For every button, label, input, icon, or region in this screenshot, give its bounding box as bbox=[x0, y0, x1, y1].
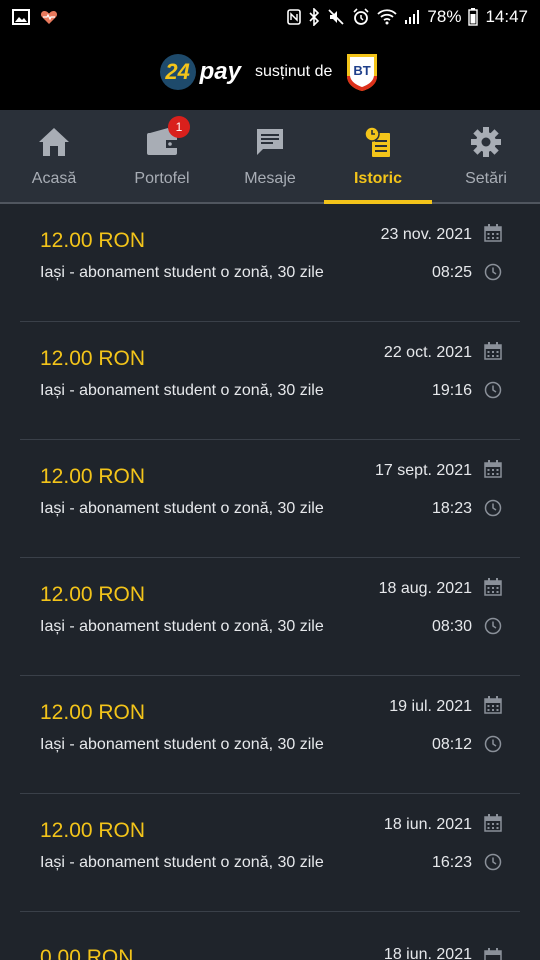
transaction-date: 19 iul. 2021 bbox=[389, 698, 472, 715]
transaction-row[interactable]: 12.00 RON Iași - abonament student o zon… bbox=[20, 322, 520, 440]
wallet-icon: 1 bbox=[144, 116, 190, 160]
tab-label: Istoric bbox=[353, 170, 402, 187]
history-icon bbox=[360, 124, 396, 160]
24pay-logo-badge: 24 bbox=[159, 54, 196, 90]
transaction-row[interactable]: 12.00 RON Iași - abonament student o zon… bbox=[20, 676, 520, 794]
clock-icon bbox=[484, 499, 502, 517]
home-icon bbox=[36, 124, 72, 160]
clock-icon bbox=[484, 853, 502, 871]
transaction-description: Iași - abonament student o zonă, 30 zile bbox=[40, 264, 324, 281]
tab-portofel[interactable]: 1 Portofel bbox=[108, 110, 216, 202]
gear-icon bbox=[468, 124, 504, 160]
transaction-amount: 12.00 RON bbox=[40, 583, 146, 606]
transaction-time: 19:16 bbox=[431, 382, 472, 399]
tab-label: Portofel bbox=[134, 170, 190, 187]
24pay-logo-text: pay bbox=[199, 58, 241, 85]
bt-bank-logo: BT bbox=[347, 54, 378, 91]
status-left bbox=[12, 9, 58, 25]
tab-istoric[interactable]: Istoric bbox=[324, 110, 432, 204]
gallery-notification-icon bbox=[12, 9, 30, 25]
calendar-icon bbox=[484, 460, 502, 478]
transaction-row[interactable]: 12.00 RON Iași - abonament student o zon… bbox=[20, 204, 520, 322]
transaction-description: Iași - abonament student o zonă, 30 zile bbox=[40, 382, 324, 399]
battery-percent: 78% bbox=[427, 7, 462, 26]
calendar-icon bbox=[484, 224, 502, 242]
clock-time: 14:47 bbox=[485, 7, 528, 26]
calendar-icon bbox=[484, 696, 502, 714]
transaction-row[interactable]: 12.00 RON Iași - abonament student o zon… bbox=[20, 794, 520, 912]
clock-icon bbox=[484, 617, 502, 635]
transaction-amount: 12.00 RON bbox=[40, 465, 146, 488]
transaction-description: Iași - abonament student o zonă, 30 zile bbox=[40, 854, 324, 871]
transaction-amount: 12.00 RON bbox=[40, 347, 146, 370]
transaction-description: Iași - abonament student o zonă, 30 zile bbox=[40, 736, 324, 753]
transaction-row[interactable]: 0.00 RON 18 iun. 2021 bbox=[20, 912, 520, 960]
transaction-date: 23 nov. 2021 bbox=[380, 226, 472, 243]
transaction-date: 18 iun. 2021 bbox=[383, 946, 472, 960]
clock-icon bbox=[484, 381, 502, 399]
tab-label: Setări bbox=[465, 170, 507, 187]
calendar-icon bbox=[484, 342, 502, 360]
transaction-row[interactable]: 12.00 RON Iași - abonament student o zon… bbox=[20, 440, 520, 558]
tab-label: Acasă bbox=[31, 170, 77, 187]
clock-icon bbox=[484, 263, 502, 281]
transaction-date: 22 oct. 2021 bbox=[383, 344, 472, 361]
transaction-list: 12.00 RON Iași - abonament student o zon… bbox=[0, 204, 540, 960]
message-icon bbox=[252, 124, 288, 160]
tab-acasa[interactable]: Acasă bbox=[0, 110, 108, 202]
alarm-icon bbox=[353, 8, 369, 25]
transaction-amount: 12.00 RON bbox=[40, 701, 146, 724]
transaction-time: 08:30 bbox=[431, 618, 472, 635]
transaction-amount: 0.00 RON bbox=[40, 946, 134, 960]
transaction-row[interactable]: 12.00 RON Iași - abonament student o zon… bbox=[20, 558, 520, 676]
tab-setari[interactable]: Setări bbox=[432, 110, 540, 202]
status-bar: 78% 14:47 bbox=[0, 0, 540, 34]
status-right: 78% 14:47 bbox=[287, 7, 528, 27]
signal-icon bbox=[405, 10, 420, 24]
health-notification-icon bbox=[40, 11, 58, 24]
tab-label: Mesaje bbox=[244, 170, 296, 187]
transaction-description: Iași - abonament student o zonă, 30 zile bbox=[40, 500, 324, 517]
wifi-icon bbox=[377, 9, 398, 25]
calendar-icon bbox=[484, 814, 502, 832]
transaction-time: 18:23 bbox=[431, 500, 472, 517]
transaction-amount: 12.00 RON bbox=[40, 819, 146, 842]
mute-icon bbox=[328, 9, 345, 25]
wallet-badge: 1 bbox=[168, 116, 190, 138]
transaction-time: 08:25 bbox=[431, 264, 472, 281]
calendar-icon bbox=[484, 948, 502, 960]
svg-text:BT: BT bbox=[354, 63, 371, 78]
transaction-date: 18 aug. 2021 bbox=[378, 580, 472, 597]
main-nav: Acasă 1 Portofel Mesaje Istoric Setări bbox=[0, 110, 540, 204]
transaction-amount: 12.00 RON bbox=[40, 229, 146, 252]
nfc-icon bbox=[287, 9, 302, 25]
bluetooth-icon bbox=[309, 8, 320, 26]
clock-icon bbox=[484, 735, 502, 753]
calendar-icon bbox=[484, 578, 502, 596]
battery-icon bbox=[468, 8, 479, 26]
transaction-time: 16:23 bbox=[431, 854, 472, 871]
tab-mesaje[interactable]: Mesaje bbox=[216, 110, 324, 202]
transaction-date: 17 sept. 2021 bbox=[375, 462, 472, 479]
transaction-description: Iași - abonament student o zonă, 30 zile bbox=[40, 618, 324, 635]
transaction-time: 08:12 bbox=[431, 736, 472, 753]
brand-bar: 24 pay susținut de BT bbox=[0, 34, 540, 110]
transaction-date: 18 iun. 2021 bbox=[383, 816, 472, 833]
supported-by-label: susținut de bbox=[254, 63, 333, 80]
logo-number: 24 bbox=[165, 59, 190, 84]
